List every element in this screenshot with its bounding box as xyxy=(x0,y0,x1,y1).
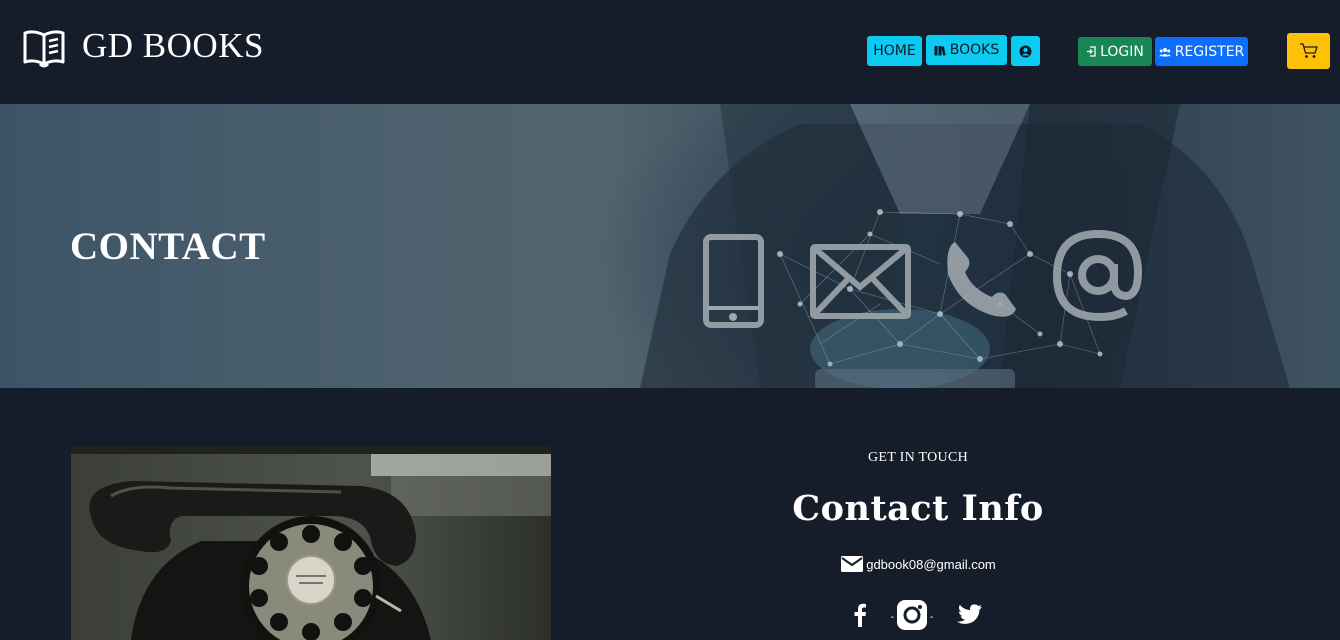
social-separator: - xyxy=(930,612,934,623)
section-eyebrow: GET IN TOUCH xyxy=(867,450,969,465)
brand-name: GD BOOKS xyxy=(82,25,264,65)
login-label: LOGIN xyxy=(1100,43,1144,60)
facebook-icon xyxy=(854,603,866,627)
mail-icon xyxy=(841,556,864,572)
nav-home-label: HOME xyxy=(873,43,916,59)
open-book-icon xyxy=(23,30,65,68)
instagram-icon xyxy=(897,600,927,630)
cart-icon xyxy=(1299,43,1318,58)
facebook-link[interactable] xyxy=(853,603,867,632)
login-button[interactable]: LOGIN xyxy=(1078,37,1152,66)
login-icon xyxy=(1087,46,1096,57)
hero-banner: CONTACT xyxy=(0,104,1340,388)
email-link[interactable]: gdbook08@gmail.com xyxy=(866,557,996,572)
instagram-link[interactable] xyxy=(896,599,928,636)
rotary-phone-photo xyxy=(71,446,551,640)
brand-link[interactable]: GD BOOKS xyxy=(22,28,264,70)
contact-info-title: Contact Info xyxy=(792,488,1044,529)
users-icon xyxy=(1158,47,1171,56)
contact-info-section: GET IN TOUCH Contact Info gdbook08@gmail… xyxy=(700,446,1136,636)
cart-button[interactable] xyxy=(1287,33,1330,69)
navbar: GD BOOKS HOME BOOKS LOGIN REGISTER xyxy=(0,0,1340,104)
books-icon xyxy=(934,45,946,56)
user-circle-icon xyxy=(1019,45,1032,57)
nav-books-button[interactable]: BOOKS xyxy=(926,35,1007,65)
vintage-phone-image xyxy=(71,446,551,640)
email-row: gdbook08@gmail.com xyxy=(700,555,1136,573)
social-separator: - xyxy=(890,612,894,623)
nav-profile-button[interactable] xyxy=(1011,36,1040,66)
hero-title: CONTACT xyxy=(70,225,266,268)
twitter-link[interactable] xyxy=(957,604,983,631)
contact-illustration xyxy=(640,104,1290,388)
register-label: REGISTER xyxy=(1174,43,1245,60)
twitter-icon xyxy=(957,604,983,624)
social-links: - - xyxy=(700,599,1136,636)
nav-home-button[interactable]: HOME xyxy=(867,36,922,66)
register-button[interactable]: REGISTER xyxy=(1155,37,1248,66)
nav-books-label: BOOKS xyxy=(949,42,1000,58)
